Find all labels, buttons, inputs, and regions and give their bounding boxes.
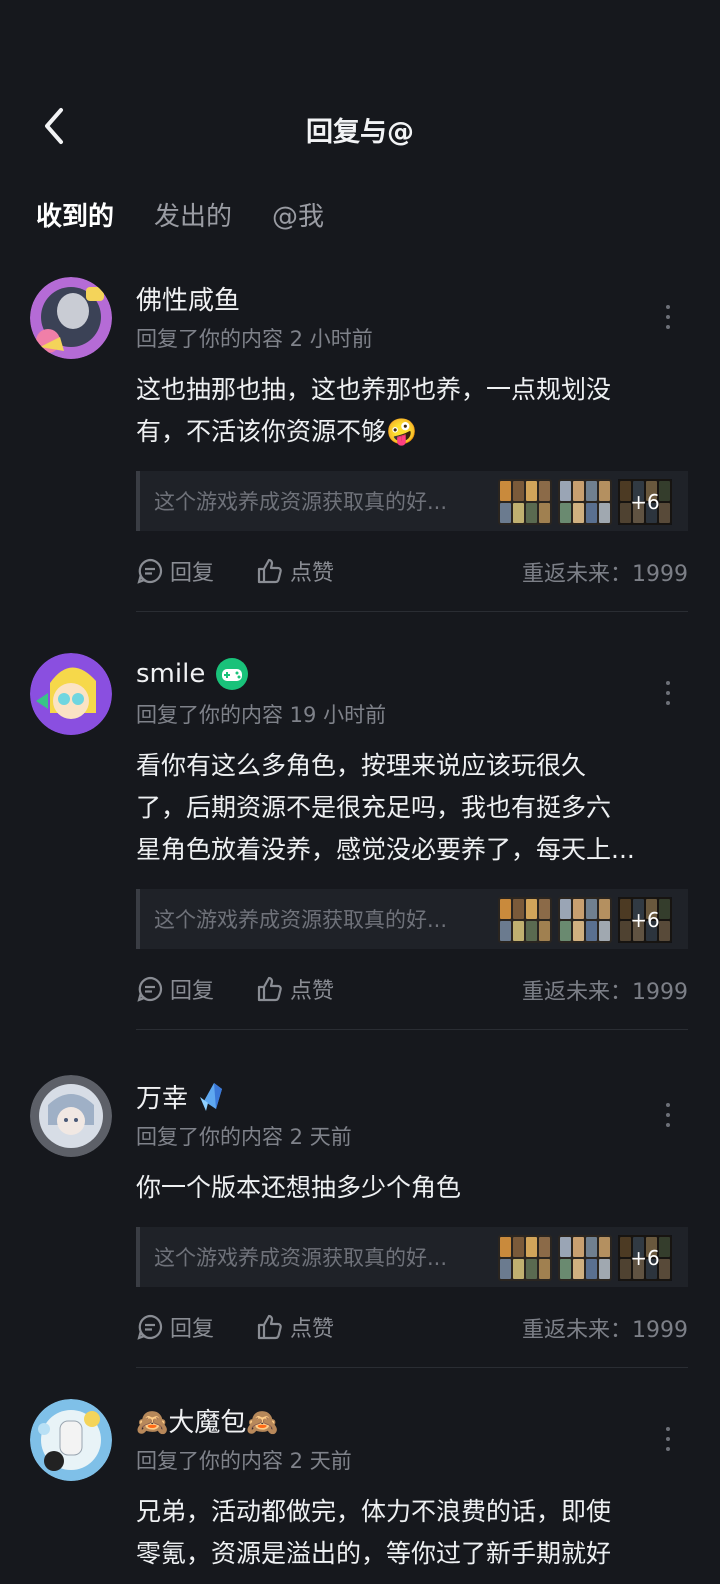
reply-label: 回复 <box>170 561 215 586</box>
reply-content: 兄弟，活动都做完，体力不浪费的话，即使 零氪，资源是溢出的，等你过了新手期就好 <box>136 1497 612 1568</box>
more-images-count: +6 <box>618 479 672 525</box>
game-tag[interactable]: 重返未来：1999 <box>522 974 688 1006</box>
reply-meta: 回复了你的内容 2 小时前 <box>136 327 373 351</box>
list-item[interactable]: 🙈大魔包🙈 回复了你的内容 2 天前 兄弟，活动都做完，体力不浪费的话，即使 零… <box>0 1387 720 1584</box>
reply-meta: 回复了你的内容 2 天前 <box>136 1125 352 1149</box>
reply-content: 看你有这么多角色，按理来说应该玩很久 了，后期资源不是很充足吗，我也有挺多六 星… <box>136 751 635 864</box>
reply-content: 这也抽那也抽，这也养那也养，一点规划没 有，不活该你资源不够🤪 <box>136 375 612 446</box>
like-button[interactable]: 点赞 <box>256 555 334 587</box>
thumbs-up-icon <box>257 976 282 1002</box>
tab-bar: 收到的 发出的 @我 <box>36 196 364 244</box>
top-bar: 回复与@ <box>0 92 720 162</box>
thumbnail-image <box>558 1235 612 1281</box>
page-title: 回复与@ <box>306 117 414 148</box>
game-tag[interactable]: 重返未来：1999 <box>522 1312 688 1344</box>
like-label: 点赞 <box>290 1317 335 1342</box>
divider <box>136 1029 688 1030</box>
more-options-icon[interactable] <box>664 305 672 329</box>
quoted-post-images: +6 <box>498 1235 672 1281</box>
thumbnail-image <box>558 897 612 943</box>
thumbnail-image: +6 <box>618 897 672 943</box>
reply-button[interactable]: 回复 <box>136 1311 214 1343</box>
more-images-count: +6 <box>618 897 672 943</box>
thumbs-up-icon <box>257 558 282 584</box>
quoted-post-text: 这个游戏养成资源获取真的好... <box>154 908 448 932</box>
comment-icon <box>137 558 163 584</box>
quoted-post[interactable]: 这个游戏养成资源获取真的好... +6 <box>136 471 688 531</box>
reply-label: 回复 <box>170 979 215 1004</box>
tab-mentions[interactable]: @我 <box>272 196 324 240</box>
reply-label: 回复 <box>170 1317 215 1342</box>
reply-meta: 回复了你的内容 19 小时前 <box>136 703 387 727</box>
quoted-post-images: +6 <box>498 897 672 943</box>
reply-button[interactable]: 回复 <box>136 555 214 587</box>
quoted-post[interactable]: 这个游戏养成资源获取真的好... +6 <box>136 889 688 949</box>
thumbnail-image: +6 <box>618 479 672 525</box>
quoted-post-text: 这个游戏养成资源获取真的好... <box>154 490 448 514</box>
avatar[interactable] <box>30 1399 112 1481</box>
avatar[interactable] <box>30 277 112 359</box>
like-button[interactable]: 点赞 <box>256 1311 334 1343</box>
more-options-icon[interactable] <box>664 1427 672 1451</box>
tab-sent[interactable]: 发出的 <box>154 196 232 240</box>
username[interactable]: smile <box>136 659 205 689</box>
list-item[interactable]: smile 回复了你的内容 19 小时前 看你有这么多角色，按理来说应该玩很久 … <box>0 641 720 1053</box>
quoted-post[interactable]: 这个游戏养成资源获取真的好... +6 <box>136 1227 688 1287</box>
like-label: 点赞 <box>290 979 335 1004</box>
thumbnail-image <box>558 479 612 525</box>
more-images-count: +6 <box>618 1235 672 1281</box>
more-options-icon[interactable] <box>664 681 672 705</box>
comment-icon <box>137 976 163 1002</box>
more-options-icon[interactable] <box>664 1103 672 1127</box>
thumbs-up-icon <box>257 1314 282 1340</box>
avatar[interactable] <box>30 1075 112 1157</box>
list-item[interactable]: 佛性咸鱼 回复了你的内容 2 小时前 这也抽那也抽，这也养那也养，一点规划没 有… <box>0 265 720 617</box>
reply-list: 佛性咸鱼 回复了你的内容 2 小时前 这也抽那也抽，这也养那也养，一点规划没 有… <box>0 265 720 1584</box>
thumbnail-image <box>498 479 552 525</box>
game-controller-badge-icon <box>215 657 249 691</box>
game-tag[interactable]: 重返未来：1999 <box>522 556 688 588</box>
list-item[interactable]: 万幸 回复了你的内容 2 天前 你一个版本还想抽多少个角色 这个游戏养成资源获取… <box>0 1063 720 1373</box>
username[interactable]: 万幸 <box>136 1078 188 1115</box>
tab-received[interactable]: 收到的 <box>36 196 114 244</box>
divider <box>136 1367 688 1368</box>
thumbnail-image <box>498 1235 552 1281</box>
emoji: 🤪 <box>386 417 418 446</box>
reply-meta: 回复了你的内容 2 天前 <box>136 1449 352 1473</box>
comment-icon <box>137 1314 163 1340</box>
like-label: 点赞 <box>290 561 335 586</box>
quoted-post-images: +6 <box>498 479 672 525</box>
thumbnail-image <box>498 897 552 943</box>
username[interactable]: 🙈大魔包🙈 <box>136 1402 279 1439</box>
reply-content: 你一个版本还想抽多少个角色 <box>136 1173 462 1202</box>
crystal-badge-icon <box>198 1079 228 1113</box>
reply-button[interactable]: 回复 <box>136 973 214 1005</box>
thumbnail-image: +6 <box>618 1235 672 1281</box>
avatar[interactable] <box>30 653 112 735</box>
quoted-post-text: 这个游戏养成资源获取真的好... <box>154 1246 448 1270</box>
username[interactable]: 佛性咸鱼 <box>136 280 240 317</box>
divider <box>136 611 688 612</box>
like-button[interactable]: 点赞 <box>256 973 334 1005</box>
